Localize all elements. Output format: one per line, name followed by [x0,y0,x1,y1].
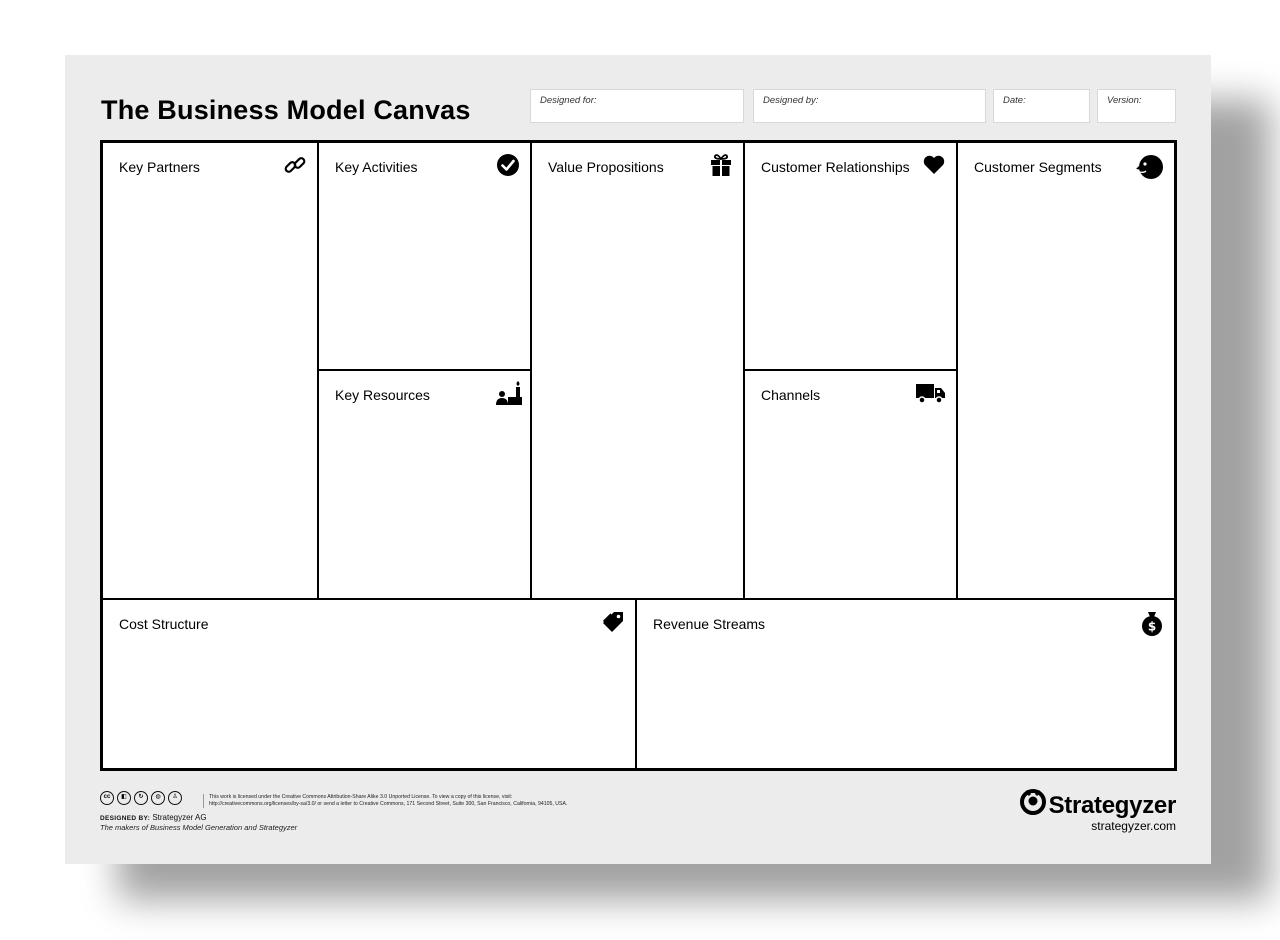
customer-relationships-block[interactable]: Customer Relationships [745,143,956,369]
designed-by: DESIGNED BY: Strategyzer AG [100,813,207,822]
cc-remix-icon: ◍ [151,791,165,805]
factory-worker-icon [496,381,522,405]
canvas-grid: Key Partners Key Activities Key Resource… [100,140,1177,771]
designed-for-label: Designed for: [540,95,597,106]
makers-tagline: The makers of Business Model Generation … [100,823,298,832]
customer-segments-label: Customer Segments [974,159,1102,175]
designed-by-label: Designed by: [763,95,819,106]
cost-structure-label: Cost Structure [119,616,209,632]
value-propositions-label: Value Propositions [548,159,664,175]
svg-text:$: $ [1148,620,1156,634]
strategyzer-logo-icon [1019,789,1046,822]
brand-name: Strategyzer [1048,791,1177,819]
key-activities-label: Key Activities [335,159,418,175]
link-icon [283,153,307,177]
channels-block[interactable]: Channels [745,371,956,598]
key-resources-label: Key Resources [335,387,430,403]
money-bag-icon: $ [1140,610,1164,636]
revenue-streams-label: Revenue Streams [653,616,766,632]
strategyzer-logo: Strategyzer [1019,789,1177,822]
key-resources-block[interactable]: Key Resources [319,371,530,598]
brand-url[interactable]: strategyzer.com [1091,819,1176,833]
date-label: Date: [1003,95,1026,106]
revenue-streams-block[interactable]: Revenue Streams $ [637,600,1174,768]
canvas-sheet: The Business Model Canvas Designed for: … [65,55,1211,864]
version-field[interactable]: Version: [1097,89,1176,123]
designed-by-field[interactable]: Designed by: [753,89,986,123]
key-activities-block[interactable]: Key Activities [319,143,530,369]
creative-commons-icons: cc ◧ ↻ ◍ ♙ [100,791,182,805]
cost-structure-block[interactable]: Cost Structure [103,600,635,768]
license-line-1: This work is licensed under the Creative… [209,794,513,800]
gift-icon [709,153,733,177]
cc-attribution-icon: ◧ [117,791,131,805]
designed-for-field[interactable]: Designed for: [530,89,744,123]
license-text: This work is licensed under the Creative… [203,794,589,808]
customer-segments-block[interactable]: Customer Segments [958,143,1174,598]
canvas-title: The Business Model Canvas [101,95,471,125]
price-tag-icon [601,610,625,634]
key-partners-label: Key Partners [119,159,200,175]
cc-icon: cc [100,791,114,805]
customer-relationships-label: Customer Relationships [761,159,910,175]
checkmark-icon [496,153,520,177]
truck-icon [916,381,946,405]
key-partners-block[interactable]: Key Partners [103,143,317,598]
heart-icon [922,153,946,177]
cc-sharealike-icon: ↻ [134,791,148,805]
date-field[interactable]: Date: [993,89,1090,123]
version-label: Version: [1107,95,1142,106]
face-icon [1136,153,1164,181]
license-line-2: http://creativecommons.org/licenses/by-s… [209,801,568,807]
value-propositions-block[interactable]: Value Propositions [532,143,743,598]
cc-by-person-icon: ♙ [168,791,182,805]
designed-by-value: Strategyzer AG [152,813,207,822]
channels-label: Channels [761,387,821,403]
designed-by-label: DESIGNED BY: [100,815,151,822]
